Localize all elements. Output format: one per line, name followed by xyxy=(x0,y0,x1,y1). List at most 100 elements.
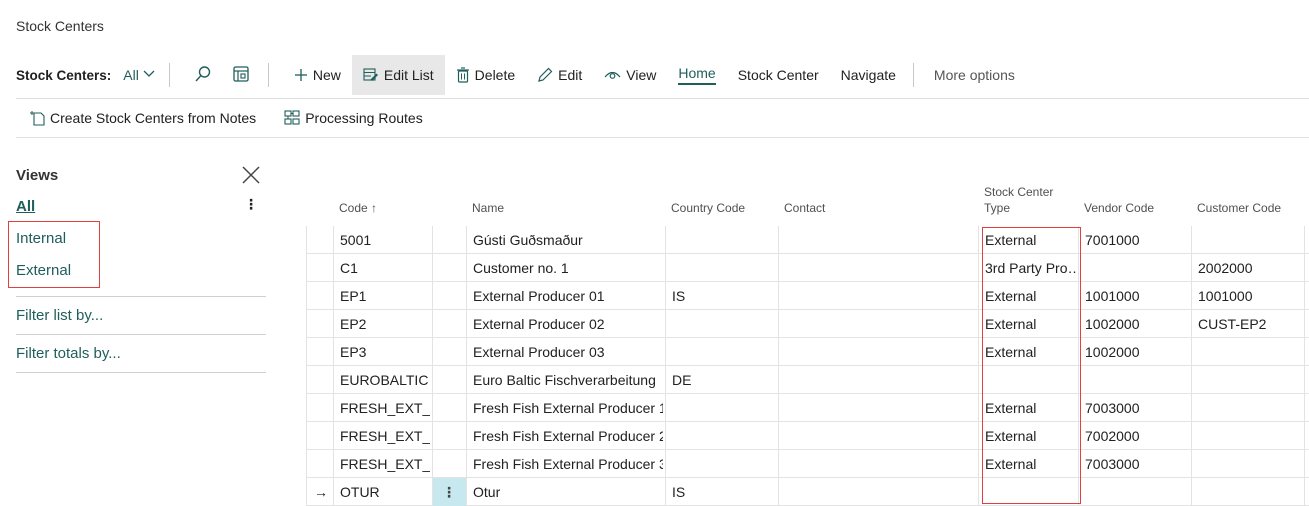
search-button[interactable] xyxy=(192,64,214,86)
cell-name[interactable]: Gústi Guðsmaður xyxy=(473,226,663,254)
cell-contact[interactable] xyxy=(785,254,975,282)
cell-code[interactable]: FRESH_EXT_01 xyxy=(340,394,430,422)
cell-country[interactable] xyxy=(672,338,776,366)
cell-name[interactable]: Euro Baltic Fischverarbeitung xyxy=(473,366,663,394)
cell-code[interactable]: FRESH_EXT_02 xyxy=(340,422,430,450)
cell-name[interactable]: External Producer 02 xyxy=(473,310,663,338)
filter-list-link[interactable]: Filter list by... xyxy=(16,307,103,324)
list-caption: Stock Centers: xyxy=(16,67,112,83)
cell-vendor[interactable]: 7002000 xyxy=(1085,422,1189,450)
cell-code[interactable]: FRESH_EXT_03 xyxy=(340,450,430,478)
highlight-box xyxy=(982,227,1081,504)
cell-vendor[interactable] xyxy=(1085,254,1189,282)
cell-vendor[interactable] xyxy=(1085,478,1189,506)
cell-vendor[interactable]: 1002000 xyxy=(1085,338,1189,366)
cell-code[interactable]: OTUR xyxy=(340,478,430,506)
column-header-customer[interactable]: Customer Code xyxy=(1197,200,1281,216)
cell-name[interactable]: External Producer 03 xyxy=(473,338,663,366)
tab-home[interactable]: Home xyxy=(667,55,726,95)
tab-stock-center[interactable]: Stock Center xyxy=(727,55,830,95)
create-from-notes-button[interactable]: Create Stock Centers from Notes xyxy=(16,110,270,126)
cell-customer[interactable] xyxy=(1198,366,1302,394)
cell-name[interactable]: Customer no. 1 xyxy=(473,254,663,282)
table-row[interactable]: → ⋮ OTUR Otur IS xyxy=(306,478,1309,506)
cell-customer[interactable]: 2002000 xyxy=(1198,254,1302,282)
cell-code[interactable]: 5001 xyxy=(340,226,430,254)
cell-name[interactable]: Fresh Fish External Producer 2 xyxy=(473,422,663,450)
cell-vendor[interactable]: 7003000 xyxy=(1085,450,1189,478)
cell-code[interactable]: EP3 xyxy=(340,338,430,366)
cell-customer[interactable] xyxy=(1198,338,1302,366)
more-icon[interactable]: ⋮ xyxy=(244,196,258,213)
cell-country[interactable] xyxy=(672,310,776,338)
table-row[interactable]: FRESH_EXT_03 Fresh Fish External Producer… xyxy=(306,450,1309,478)
cell-vendor[interactable] xyxy=(1085,366,1189,394)
cell-name[interactable]: Otur xyxy=(473,478,663,506)
column-header-vendor[interactable]: Vendor Code xyxy=(1084,200,1154,216)
edit-list-button[interactable]: Edit List xyxy=(351,55,445,95)
cell-country[interactable]: IS xyxy=(672,282,776,310)
column-header-type[interactable]: Stock Center Type xyxy=(984,184,1053,216)
cell-contact[interactable] xyxy=(785,394,975,422)
cell-country[interactable]: IS xyxy=(672,478,776,506)
cell-country[interactable] xyxy=(672,254,776,282)
processing-routes-button[interactable]: Processing Routes xyxy=(270,110,437,126)
column-header-country[interactable]: Country Code xyxy=(671,200,745,216)
more-options-button[interactable]: More options xyxy=(928,67,1015,83)
table-row[interactable]: EP1 External Producer 01 IS External 1001000… xyxy=(306,282,1309,310)
view-all[interactable]: All xyxy=(16,198,35,215)
close-views-button[interactable] xyxy=(242,166,260,187)
cell-contact[interactable] xyxy=(785,450,975,478)
cell-name[interactable]: External Producer 01 xyxy=(473,282,663,310)
cell-customer[interactable]: CUST-EP2 xyxy=(1198,310,1302,338)
cell-country[interactable]: DE xyxy=(672,366,776,394)
table-row[interactable]: EP3 External Producer 03 External 1002000 xyxy=(306,338,1309,366)
cell-customer[interactable] xyxy=(1198,450,1302,478)
delete-button[interactable]: Delete xyxy=(445,55,526,95)
cell-name[interactable]: Fresh Fish External Producer 3 xyxy=(473,450,663,478)
cell-vendor[interactable]: 7003000 xyxy=(1085,394,1189,422)
view-selector[interactable]: All xyxy=(123,67,155,83)
cell-vendor[interactable]: 1002000 xyxy=(1085,310,1189,338)
table-row[interactable]: 5001 Gústi Guðsmaður External 7001000 xyxy=(306,226,1309,254)
cell-vendor[interactable]: 1001000 xyxy=(1085,282,1189,310)
cell-code[interactable]: EP2 xyxy=(340,310,430,338)
edit-list-button-label: Edit List xyxy=(383,67,434,83)
cell-code[interactable]: EUROBALTIC xyxy=(340,366,430,394)
cell-contact[interactable] xyxy=(785,282,975,310)
table-row[interactable]: FRESH_EXT_02 Fresh Fish External Producer… xyxy=(306,422,1309,450)
cell-code[interactable]: C1 xyxy=(340,254,430,282)
cell-customer[interactable] xyxy=(1198,422,1302,450)
new-button[interactable]: New xyxy=(283,55,352,95)
cell-country[interactable] xyxy=(672,226,776,254)
table-row[interactable]: EUROBALTIC Euro Baltic Fischverarbeitung D… xyxy=(306,366,1309,394)
table-row[interactable]: FRESH_EXT_01 Fresh Fish External Producer… xyxy=(306,394,1309,422)
cell-customer[interactable] xyxy=(1198,226,1302,254)
column-header-code[interactable]: Code ↑ xyxy=(339,200,377,216)
cell-customer[interactable] xyxy=(1198,478,1302,506)
cell-contact[interactable] xyxy=(785,478,975,506)
cell-contact[interactable] xyxy=(785,226,975,254)
cell-customer[interactable]: 1001000 xyxy=(1198,282,1302,310)
table-row[interactable]: C1 Customer no. 1 3rd Party Pro… 2002000 xyxy=(306,254,1309,282)
cell-country[interactable] xyxy=(672,394,776,422)
column-header-contact[interactable]: Contact xyxy=(784,200,825,216)
cell-contact[interactable] xyxy=(785,422,975,450)
column-header-name[interactable]: Name xyxy=(472,200,504,216)
view-button[interactable]: View xyxy=(593,55,667,95)
cell-customer[interactable] xyxy=(1198,394,1302,422)
table-row[interactable]: EP2 External Producer 02 External 1002000 CU… xyxy=(306,310,1309,338)
cell-contact[interactable] xyxy=(785,338,975,366)
cell-contact[interactable] xyxy=(785,366,975,394)
edit-button[interactable]: Edit xyxy=(526,55,593,95)
cell-name[interactable]: Fresh Fish External Producer 1 xyxy=(473,394,663,422)
row-menu-button[interactable]: ⋮ xyxy=(432,478,466,506)
cell-country[interactable] xyxy=(672,422,776,450)
filter-totals-link[interactable]: Filter totals by... xyxy=(16,345,121,362)
tab-navigate[interactable]: Navigate xyxy=(830,55,907,95)
cell-code[interactable]: EP1 xyxy=(340,282,430,310)
filter-pane-button[interactable] xyxy=(230,64,252,86)
cell-country[interactable] xyxy=(672,450,776,478)
cell-contact[interactable] xyxy=(785,310,975,338)
cell-vendor[interactable]: 7001000 xyxy=(1085,226,1189,254)
